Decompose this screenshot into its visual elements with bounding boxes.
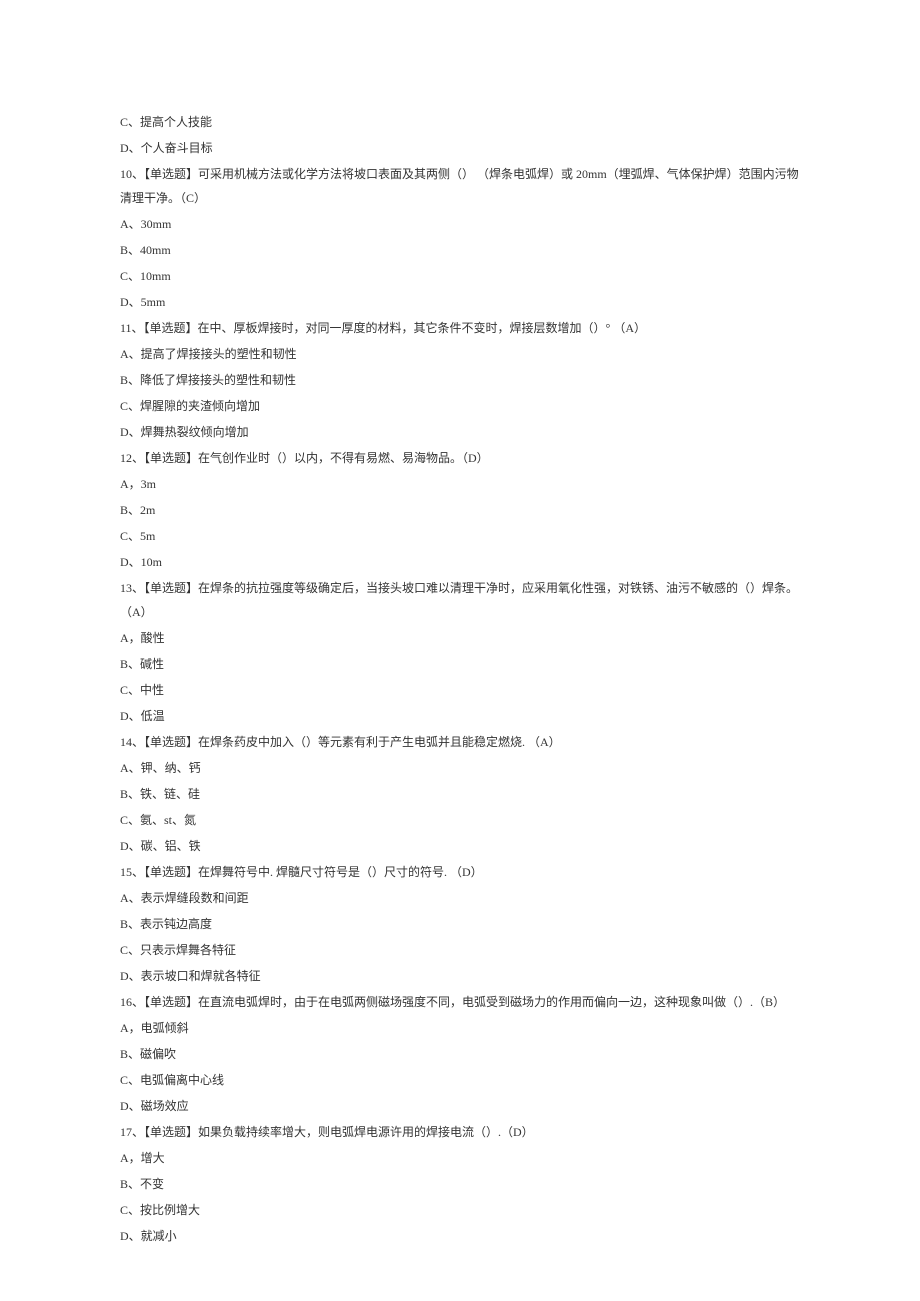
option-a: A、提高了焊接接头的塑性和韧性 <box>120 342 800 366</box>
option-a: A、表示焊缝段数和间距 <box>120 886 800 910</box>
option-d: D、10m <box>120 550 800 574</box>
question-16: 16、【单选题】在直流电弧焊时，由于在电弧两侧磁场强度不同，电弧受到磁场力的作用… <box>120 990 800 1014</box>
option-a: A，电弧倾斜 <box>120 1016 800 1040</box>
question-13: 13、【单选题】在焊条的抗拉强度等级确定后，当接头坡口难以清理干净时，应采用氧化… <box>120 576 800 624</box>
option-c: C、10mm <box>120 264 800 288</box>
option-b: B、磁偏吹 <box>120 1042 800 1066</box>
option-b: B、碱性 <box>120 652 800 676</box>
option-d: D、低温 <box>120 704 800 728</box>
option-b: B、表示钝边高度 <box>120 912 800 936</box>
question-17: 17、【单选题】如果负载持续率增大，则电弧焊电源许用的焊接电流（）.（D） <box>120 1120 800 1144</box>
option-d: D、碳、铝、铁 <box>120 834 800 858</box>
option-c: C、5m <box>120 524 800 548</box>
option-a: A，3m <box>120 472 800 496</box>
option-d: D、表示坡口和焊就各特征 <box>120 964 800 988</box>
option-b: B、降低了焊接接头的塑性和韧性 <box>120 368 800 392</box>
option-c: C、按比例增大 <box>120 1198 800 1222</box>
option-d: D、就减小 <box>120 1224 800 1248</box>
text-line: D、个人奋斗目标 <box>120 136 800 160</box>
option-c: C、只表示焊舞各特征 <box>120 938 800 962</box>
option-d: D、5mm <box>120 290 800 314</box>
option-b: B、2m <box>120 498 800 522</box>
question-10: 10、【单选题】可采用机械方法或化学方法将坡口表面及其两侧（） （焊条电弧焊）或… <box>120 162 800 210</box>
option-b: B、不变 <box>120 1172 800 1196</box>
option-d: D、磁场效应 <box>120 1094 800 1118</box>
text-line: C、提高个人技能 <box>120 110 800 134</box>
question-12: 12、【单选题】在气创作业时（）以内，不得有易燃、易海物品。（D） <box>120 446 800 470</box>
option-a: A，增大 <box>120 1146 800 1170</box>
option-a: A、钾、纳、钙 <box>120 756 800 780</box>
option-c: C、电弧偏离中心线 <box>120 1068 800 1092</box>
option-b: B、铁、链、硅 <box>120 782 800 806</box>
option-c: C、氨、st、氮 <box>120 808 800 832</box>
option-c: C、焊腥隙的夹渣倾向增加 <box>120 394 800 418</box>
question-11: 11、【单选题】在中、厚板焊接时，对同一厚度的材料，其它条件不变时，焊接层数增加… <box>120 316 800 340</box>
option-b: B、40mm <box>120 238 800 262</box>
question-15: 15、【单选题】在焊舞符号中. 焊髓尺寸符号是（）尺寸的符号. （D） <box>120 860 800 884</box>
option-a: A、30mm <box>120 212 800 236</box>
question-14: 14、【单选题】在焊条药皮中加入（）等元素有利于产生电弧并且能稳定燃烧. （A） <box>120 730 800 754</box>
option-a: A，酸性 <box>120 626 800 650</box>
option-c: C、中性 <box>120 678 800 702</box>
option-d: D、焊舞热裂纹倾向增加 <box>120 420 800 444</box>
